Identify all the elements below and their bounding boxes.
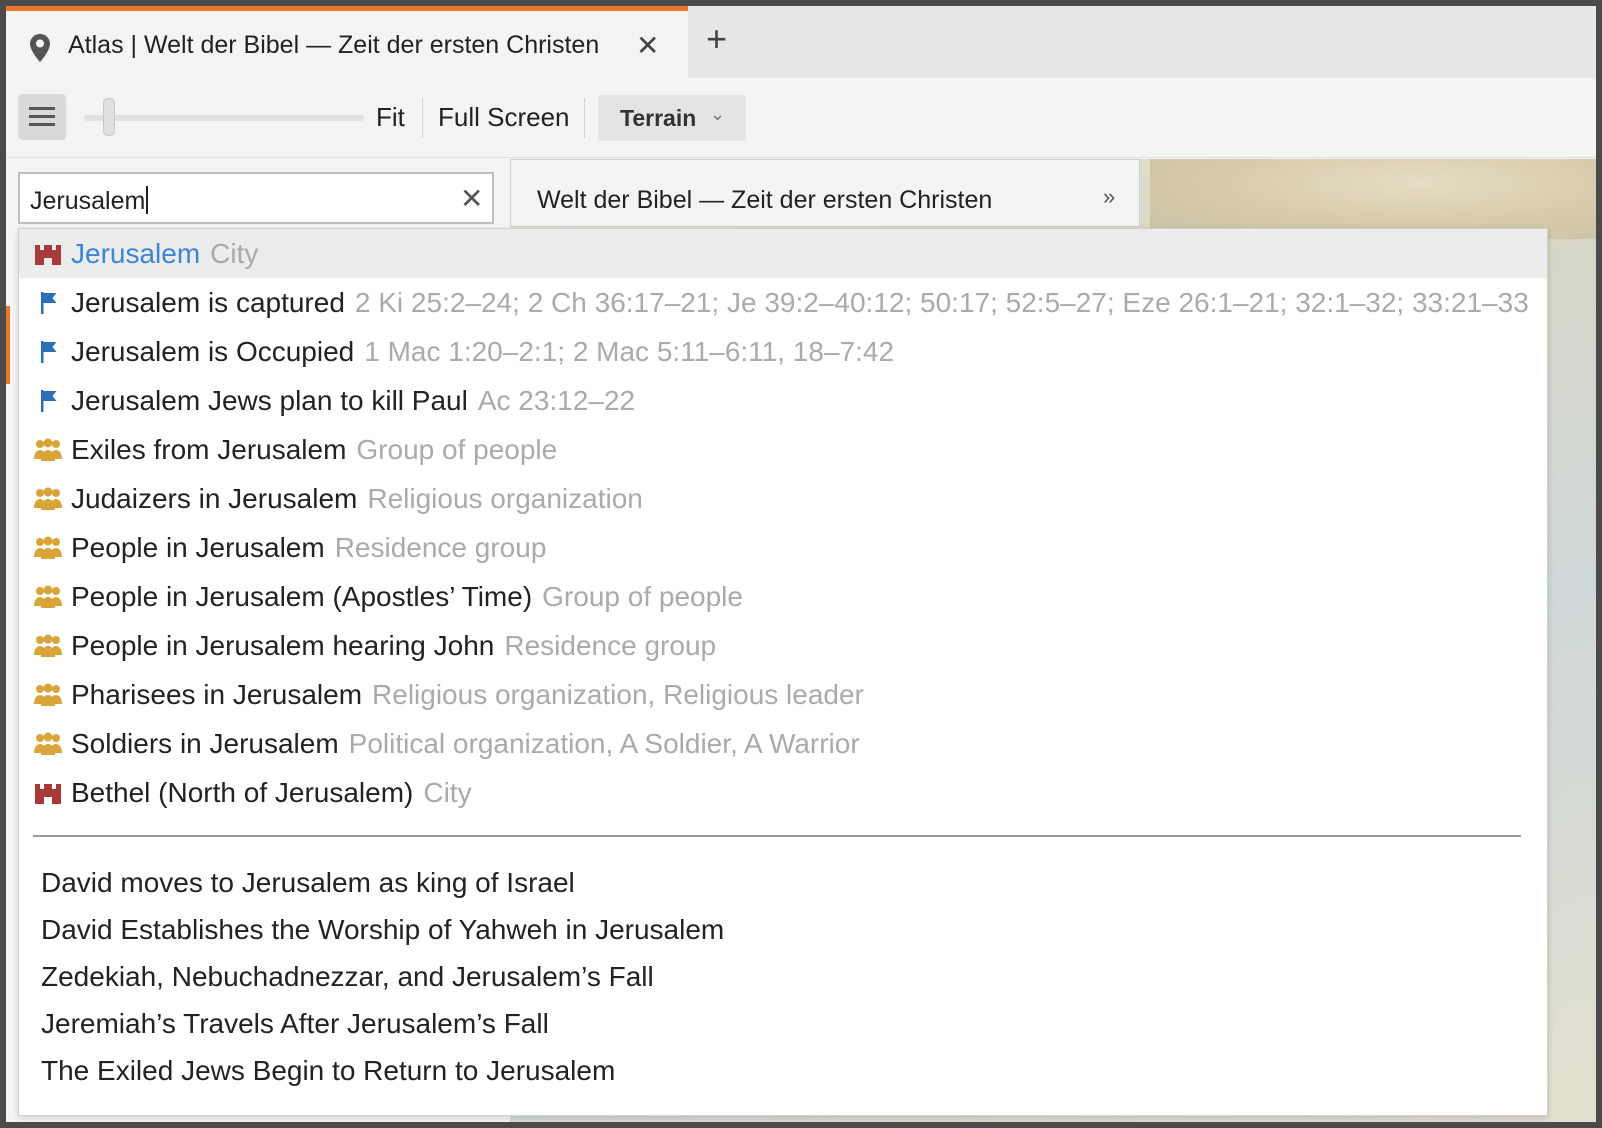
article-link[interactable]: David moves to Jerusalem as king of Isra… — [41, 867, 575, 899]
fit-button[interactable]: Fit — [376, 102, 405, 133]
map-title: Welt der Bibel — Zeit der ersten Christe… — [537, 186, 993, 214]
result-description: Religious organization, Religious leader — [372, 679, 864, 710]
tab-bar: Atlas | Welt der Bibel — Zeit der ersten… — [6, 6, 1596, 78]
city-icon — [33, 241, 63, 267]
chevron-down-icon: ⌄ — [710, 104, 726, 124]
result-label: Exiles from Jerusalem Group of people — [71, 434, 557, 466]
result-label: Jerusalem is Occupied 1 Mac 1:20–2:1; 2 M… — [71, 336, 894, 368]
result-name: People in Jerusalem — [71, 532, 325, 563]
toolbar-divider — [584, 98, 585, 138]
article-link[interactable]: Jeremiah’s Travels After Jerusalem’s Fal… — [41, 1008, 549, 1040]
result-name: People in Jerusalem (Apostles’ Time) — [71, 581, 533, 612]
result-label: People in Jerusalem (Apostles’ Time) Grou… — [71, 581, 743, 613]
map-style-dropdown[interactable]: Terrain ⌄ — [598, 95, 746, 141]
zoom-slider-track — [84, 115, 364, 121]
search-result-item[interactable]: People in Jerusalem Residence group — [19, 523, 1547, 572]
result-label: Judaizers in Jerusalem Religious organiza… — [71, 483, 643, 515]
result-label: Jerusalem City — [71, 238, 258, 270]
event-flag-icon — [33, 339, 63, 365]
search-results-dropdown: Jerusalem City Jerusalem is captured 2 Ki 2… — [18, 228, 1548, 1116]
result-label: Pharisees in Jerusalem Religious organiza… — [71, 679, 864, 711]
result-name: Judaizers in Jerusalem — [71, 483, 358, 514]
map-pin-icon — [30, 34, 50, 62]
panel-accent — [6, 306, 10, 384]
result-description: 2 Ki 25:2–24; 2 Ch 36:17–21; Je 39:2–40:… — [354, 287, 1529, 318]
result-label: Soldiers in Jerusalem Political organizat… — [71, 728, 860, 760]
result-name: Jerusalem — [71, 238, 201, 269]
people-group-icon — [33, 633, 63, 659]
result-description: City — [423, 777, 472, 808]
article-link[interactable]: The Exiled Jews Begin to Return to Jerus… — [41, 1055, 615, 1087]
search-input[interactable]: Jerusalem ✕ — [18, 172, 494, 224]
result-description: Residence group — [504, 630, 717, 661]
search-result-item[interactable]: People in Jerusalem hearing John Residenc… — [19, 621, 1547, 670]
result-label: People in Jerusalem hearing John Residenc… — [71, 630, 716, 662]
search-result-item[interactable]: Pharisees in Jerusalem Religious organiza… — [19, 670, 1547, 719]
search-result-item[interactable]: Exiles from Jerusalem Group of people — [19, 425, 1547, 474]
people-group-icon — [33, 437, 63, 463]
search-result-item[interactable]: Jerusalem Jews plan to kill Paul Ac 23:12… — [19, 376, 1547, 425]
search-result-item[interactable]: Jerusalem City — [19, 229, 1547, 278]
result-name: Bethel (North of Jerusalem) — [71, 777, 414, 808]
result-description: Political organization, A Soldier, A War… — [348, 728, 860, 759]
people-group-icon — [33, 486, 63, 512]
toolbar: Fit Full Screen Terrain ⌄ — [6, 78, 1596, 158]
tab-title: Atlas | Welt der Bibel — Zeit der ersten… — [68, 31, 600, 59]
tab-close-icon[interactable]: ✕ — [636, 29, 659, 62]
search-result-item[interactable]: Jerusalem is Occupied 1 Mac 1:20–2:1; 2 M… — [19, 327, 1547, 376]
result-label: Jerusalem is captured 2 Ki 25:2–24; 2 Ch … — [71, 287, 1529, 319]
result-label: Jerusalem Jews plan to kill Paul Ac 23:12… — [71, 385, 635, 417]
result-description: Residence group — [334, 532, 547, 563]
map-style-label: Terrain — [620, 105, 697, 131]
full-screen-button[interactable]: Full Screen — [438, 102, 570, 133]
people-group-icon — [33, 584, 63, 610]
search-value: Jerusalem — [30, 186, 149, 216]
result-description: Group of people — [356, 434, 558, 465]
map-terrain — [1150, 159, 1596, 239]
article-link[interactable]: Zedekiah, Nebuchadnezzar, and Jerusalem’… — [41, 961, 654, 993]
result-name: Jerusalem Jews plan to kill Paul — [71, 385, 468, 416]
event-flag-icon — [33, 388, 63, 414]
result-name: People in Jerusalem hearing John — [71, 630, 495, 661]
result-label: Bethel (North of Jerusalem) City — [71, 777, 472, 809]
event-flag-icon — [33, 290, 63, 316]
result-name: Jerusalem is Occupied — [71, 336, 355, 367]
results-divider — [33, 835, 1521, 837]
result-description: Religious organization — [367, 483, 643, 514]
search-result-item[interactable]: Jerusalem is captured 2 Ki 25:2–24; 2 Ch … — [19, 278, 1547, 327]
result-name: Pharisees in Jerusalem — [71, 679, 363, 710]
result-description: City — [210, 238, 259, 269]
result-label: People in Jerusalem Residence group — [71, 532, 546, 564]
result-name: Jerusalem is captured — [71, 287, 345, 318]
tab-atlas[interactable]: Atlas | Welt der Bibel — Zeit der ersten… — [6, 6, 688, 78]
clear-search-icon[interactable]: ✕ — [460, 182, 483, 215]
search-result-item[interactable]: Judaizers in Jerusalem Religious organiza… — [19, 474, 1547, 523]
search-result-item[interactable]: Soldiers in Jerusalem Political organizat… — [19, 719, 1547, 768]
toolbar-divider — [422, 98, 423, 138]
people-group-icon — [33, 731, 63, 757]
result-description: 1 Mac 1:20–2:1; 2 Mac 5:11–6:11, 18–7:42 — [364, 336, 895, 367]
article-link[interactable]: David Establishes the Worship of Yahweh … — [41, 914, 724, 946]
search-result-item[interactable]: People in Jerusalem (Apostles’ Time) Grou… — [19, 572, 1547, 621]
result-description: Ac 23:12–22 — [477, 385, 636, 416]
zoom-slider-handle[interactable] — [103, 98, 115, 136]
people-group-icon — [33, 535, 63, 561]
result-name: Soldiers in Jerusalem — [71, 728, 339, 759]
map-selector[interactable]: Welt der Bibel — Zeit der ersten Christe… — [510, 159, 1140, 227]
menu-icon[interactable] — [18, 94, 66, 140]
people-group-icon — [33, 682, 63, 708]
result-name: Exiles from Jerusalem — [71, 434, 347, 465]
result-description: Group of people — [542, 581, 743, 612]
atlas-window: Atlas | Welt der Bibel — Zeit der ersten… — [6, 6, 1596, 1122]
search-result-item[interactable]: Bethel (North of Jerusalem) City — [19, 768, 1547, 817]
city-icon — [33, 780, 63, 806]
double-chevron-down-icon: » — [1103, 184, 1116, 209]
new-tab-icon[interactable]: + — [706, 18, 727, 60]
zoom-slider[interactable] — [84, 96, 364, 138]
